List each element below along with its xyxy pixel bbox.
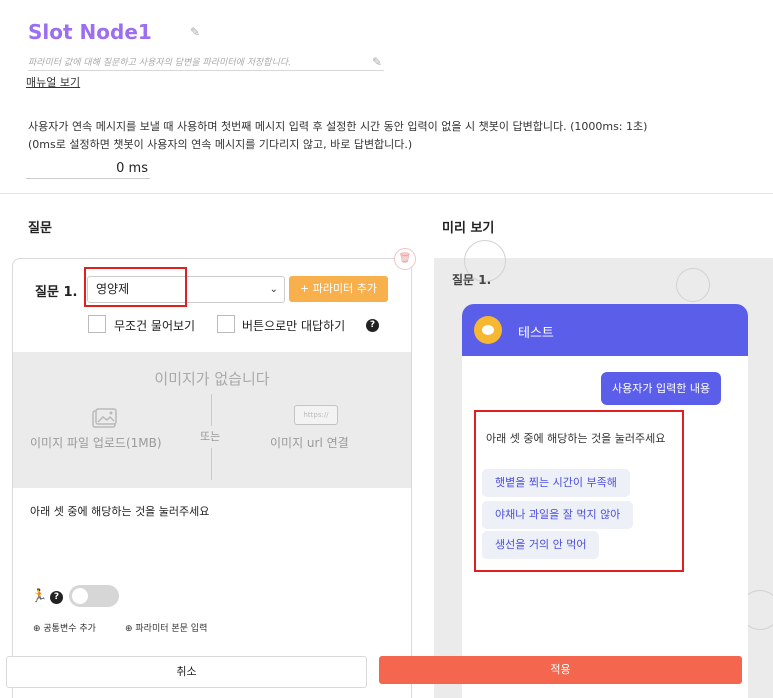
image-url-link[interactable]: 이미지 url 연결 — [270, 434, 349, 451]
add-parameter-button[interactable]: + 파라미터 추가 — [289, 276, 388, 302]
chat-title: 테스트 — [518, 326, 554, 341]
edit-title-icon[interactable]: ✎ — [190, 26, 203, 39]
help-icon[interactable]: ? — [366, 319, 379, 332]
delay-info-line1: 사용자가 연속 메시지를 보낼 때 사용하며 첫번째 메시지 입력 후 설정한 … — [28, 120, 648, 133]
choice-button[interactable]: 생선을 거의 안 먹어 — [482, 531, 600, 559]
choice-button[interactable]: 야채나 과일을 잘 먹지 않아 — [482, 501, 634, 529]
preview-section-title: 미리 보기 — [442, 221, 495, 236]
run-icon: 🏃 — [31, 589, 48, 604]
toggle-switch[interactable] — [69, 585, 119, 607]
bot-avatar — [474, 316, 502, 344]
image-upload-icon[interactable] — [92, 408, 118, 428]
add-common-variable-link[interactable]: ⊕ 공통변수 추가 — [33, 621, 96, 634]
manual-link[interactable]: 매뉴얼 보기 — [26, 74, 80, 90]
chat-header: 테스트 — [462, 304, 748, 356]
edit-description-icon[interactable]: ✎ — [372, 56, 385, 69]
bot-message: 아래 셋 중에 해당하는 것을 눌러주세요 — [486, 432, 666, 445]
question-text[interactable]: 아래 셋 중에 해당하는 것을 눌러주세요 — [30, 503, 209, 519]
description-input[interactable]: 파라미터 값에 대해 질문하고 사용자의 답변을 파라미터에 저장합니다. — [28, 55, 384, 71]
question-section-title: 질문 — [28, 221, 52, 236]
help-icon[interactable]: ? — [50, 591, 63, 604]
cancel-button[interactable]: 취소 — [6, 656, 367, 688]
question-number-label: 질문 1. — [35, 285, 78, 300]
chevron-down-icon: ⌄ — [269, 284, 278, 295]
always-ask-checkbox[interactable] — [88, 315, 106, 333]
always-ask-label: 무조건 물어보기 — [114, 319, 196, 333]
user-message-bubble: 사용자가 입력한 내용 — [601, 372, 722, 405]
node-title: Slot Node1 — [28, 20, 152, 44]
delay-info-line2: (0ms로 설정하면 챗봇이 사용자의 연속 메시지를 기다리지 않고, 바로 … — [28, 138, 413, 151]
choice-button[interactable]: 햇볕을 쬐는 시간이 부족해 — [482, 469, 630, 497]
or-divider-top — [211, 394, 212, 426]
delay-ms-input[interactable]: 0 ms — [26, 161, 150, 179]
delete-question-button[interactable]: 🗑 — [394, 248, 416, 270]
button-only-label: 버튼으로만 대답하기 — [242, 319, 346, 333]
parameter-select-value: 영양제 — [96, 282, 130, 296]
url-link-icon[interactable]: https:// — [294, 405, 338, 425]
image-upload-link[interactable]: 이미지 파일 업로드(1MB) — [30, 434, 162, 451]
toggle-knob — [72, 588, 88, 604]
ghost-bot-icon — [676, 268, 710, 302]
delay-info-text: 사용자가 연속 메시지를 보낼 때 사용하며 첫번째 메시지 입력 후 설정한 … — [28, 118, 748, 154]
no-image-text: 이미지가 없습니다 — [154, 370, 270, 388]
section-divider — [0, 193, 773, 194]
apply-button[interactable]: 적용 — [379, 656, 742, 684]
or-divider-bottom — [211, 448, 212, 480]
or-label: 또는 — [200, 430, 221, 443]
add-parameter-body-link[interactable]: ⊕ 파라미터 본문 입력 — [125, 621, 207, 634]
parameter-select[interactable]: 영양제 ⌄ — [87, 276, 285, 303]
button-only-checkbox[interactable] — [217, 315, 235, 333]
preview-question-label: 질문 1. — [452, 273, 492, 287]
